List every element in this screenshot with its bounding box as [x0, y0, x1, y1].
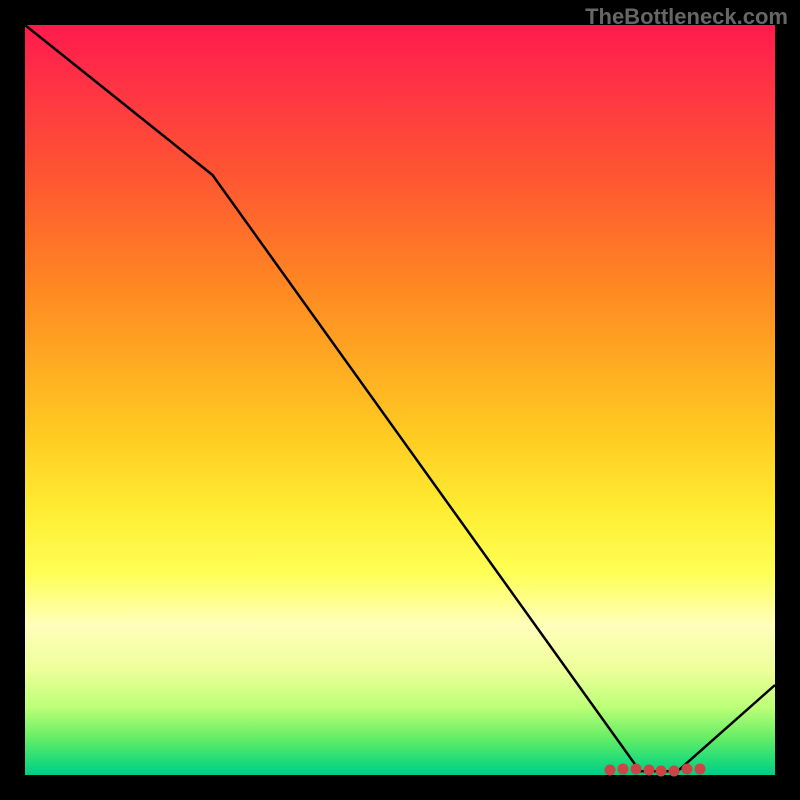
chart-marker — [682, 764, 693, 775]
chart-marker — [669, 765, 680, 776]
chart-marker — [656, 765, 667, 776]
chart-line-path — [25, 25, 775, 771]
chart-marker — [617, 763, 628, 774]
chart-plot-area — [25, 25, 775, 775]
chart-marker — [605, 764, 616, 775]
chart-line-svg — [25, 25, 775, 775]
chart-marker — [630, 763, 641, 774]
chart-marker — [695, 763, 706, 774]
watermark-text: TheBottleneck.com — [585, 4, 788, 30]
chart-marker — [643, 764, 654, 775]
